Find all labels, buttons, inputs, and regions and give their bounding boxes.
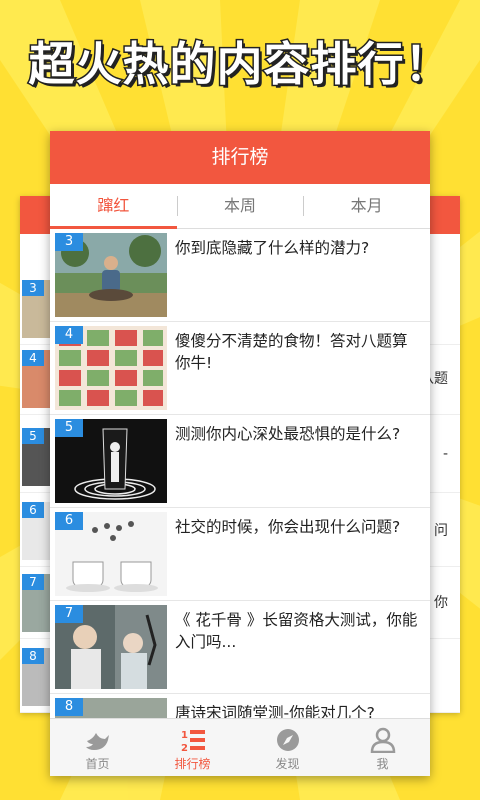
item-title: 《 花千骨 》长留资格大测试，你能入门吗... bbox=[175, 611, 418, 651]
nav-discover-label: 发现 bbox=[275, 757, 300, 771]
rank-badge: 3 bbox=[22, 280, 44, 296]
nav-discover[interactable]: 发现 bbox=[240, 719, 335, 776]
rank-badge: 8 bbox=[22, 648, 44, 664]
nav-me-label: 我 bbox=[376, 757, 389, 771]
rank-badge: 8 bbox=[55, 698, 83, 716]
nav-me[interactable]: 我 bbox=[335, 719, 430, 776]
rank-badge: 7 bbox=[22, 574, 44, 590]
ranking-list: 3 你到底隐藏了什么样的潜力? 4 傻傻分不清楚的食物！答对八题算你牛! 5 测… bbox=[50, 229, 430, 719]
list-item[interactable]: 7 《 花千骨 》长留资格大测试，你能入门吗... bbox=[50, 601, 430, 694]
ranking-tabs: 蹿红 本周 本月 bbox=[50, 184, 430, 229]
rank-badge: 5 bbox=[22, 428, 44, 444]
nav-ranking-label: 排行榜 bbox=[174, 757, 211, 771]
rank-badge: 6 bbox=[55, 512, 83, 530]
nav-home[interactable]: 首页 bbox=[50, 719, 145, 776]
tab-monthly[interactable]: 本月 bbox=[303, 184, 430, 228]
tab-rising[interactable]: 蹿红 bbox=[50, 184, 177, 229]
list-item[interactable]: 6 社交的时候，你会出现什么问题? bbox=[50, 508, 430, 601]
title-fragment: 问 bbox=[434, 523, 448, 539]
rank-badge: 3 bbox=[55, 233, 83, 251]
rank-badge: 4 bbox=[22, 350, 44, 366]
compass-icon bbox=[276, 729, 299, 751]
svg-text:1: 1 bbox=[181, 730, 188, 741]
nav-ranking[interactable]: 1 2 排行榜 bbox=[145, 719, 240, 776]
ranking-card: 排行榜 蹿红 本周 本月 3 你到底隐藏了什么样的潜力? 4 傻傻分不清楚的食物… bbox=[50, 131, 430, 776]
list-item[interactable]: 8 唐诗宋词随堂测-你能对几个? bbox=[50, 694, 430, 719]
rank-badge: 7 bbox=[55, 605, 83, 623]
svg-text:2: 2 bbox=[181, 743, 188, 753]
bird-icon bbox=[85, 733, 109, 750]
list-item[interactable]: 5 测测你内心深处最恐惧的是什么? bbox=[50, 415, 430, 508]
list-item[interactable]: 3 你到底隐藏了什么样的潜力? bbox=[50, 229, 430, 322]
tab-weekly[interactable]: 本周 bbox=[176, 184, 304, 228]
rank-badge: 4 bbox=[55, 326, 83, 344]
nav-home-label: 首页 bbox=[85, 757, 110, 771]
item-title: 测测你内心深处最恐惧的是什么? bbox=[175, 425, 401, 443]
item-title: 你到底隐藏了什么样的潜力? bbox=[175, 239, 370, 257]
rank-badge: 6 bbox=[22, 502, 44, 518]
person-icon bbox=[370, 727, 395, 753]
promo-headline: 超火热的内容排行！ bbox=[27, 36, 452, 93]
title-fragment: - bbox=[442, 446, 448, 462]
bottom-nav: 首页 1 2 排行榜 发现 我 bbox=[50, 718, 430, 776]
ranking-icon: 1 2 bbox=[181, 730, 205, 753]
title-fragment: 你 bbox=[434, 595, 448, 611]
rank-badge: 5 bbox=[55, 419, 83, 437]
item-title: 社交的时候，你会出现什么问题? bbox=[175, 518, 401, 536]
page-title: 排行榜 bbox=[50, 131, 430, 184]
item-title: 唐诗宋词随堂测-你能对几个? bbox=[175, 704, 375, 719]
item-title: 傻傻分不清楚的食物！答对八题算你牛! bbox=[175, 332, 408, 372]
list-item[interactable]: 4 傻傻分不清楚的食物！答对八题算你牛! bbox=[50, 322, 430, 415]
